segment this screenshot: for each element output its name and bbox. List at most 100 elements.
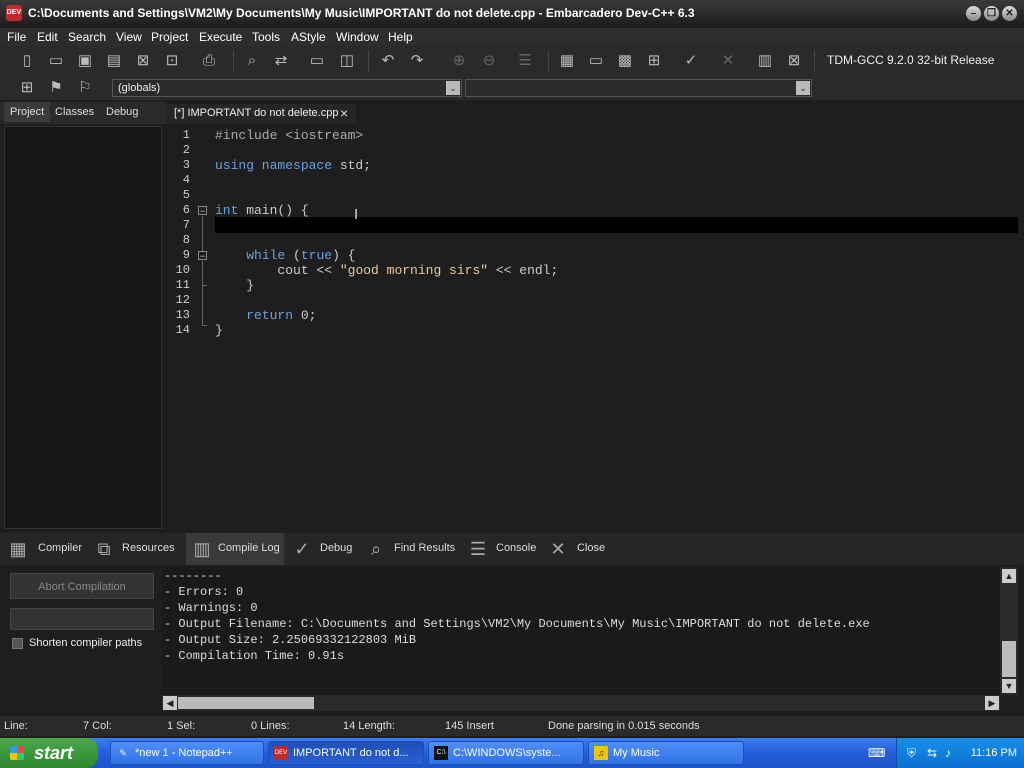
menu-astyle[interactable]: AStyle	[291, 30, 326, 44]
tab-close[interactable]: ✕ Close	[542, 533, 608, 565]
code-token: while	[246, 248, 286, 263]
compile-run-icon[interactable]: ▩	[614, 50, 636, 72]
tab-debug[interactable]: Debug	[106, 106, 138, 118]
tab-compiler[interactable]: ▦ Compiler	[2, 533, 86, 565]
project-options-icon[interactable]: ☰	[514, 50, 536, 72]
replace-icon[interactable]: ⇄	[270, 50, 292, 72]
compile-log[interactable]: -------- - Errors: 0 - Warnings: 0 - Out…	[162, 567, 1000, 695]
project-tree[interactable]	[4, 126, 162, 529]
taskbar-item-my-music[interactable]: ♫ My Music	[588, 741, 744, 765]
menu-edit[interactable]: Edit	[37, 30, 58, 44]
code-token: 0;	[293, 308, 317, 323]
taskbar-item-devcpp[interactable]: DEV IMPORTANT do not d...	[268, 741, 424, 765]
code-editor[interactable]: 1 2 3 4 5 6 7 8 9 10 11 12 13 14 #include <iostream> u…	[166, 126, 1018, 528]
minimize-button[interactable]: –	[966, 6, 981, 21]
scroll-down-icon[interactable]: ▼	[1002, 679, 1016, 693]
new-class-icon[interactable]: ⊞	[16, 77, 38, 99]
tab-console[interactable]: ☰ Console	[462, 533, 540, 565]
menu-file[interactable]: File	[7, 30, 26, 44]
taskbar-item-notepad[interactable]: ✎ *new 1 - Notepad++	[110, 741, 264, 765]
bottom-panel-tabs: ▦ Compiler ⧉ Resources ▥ Compile Log ✓ D…	[0, 533, 1024, 565]
scroll-up-icon[interactable]: ▲	[1002, 569, 1016, 583]
toolbar-separator	[548, 50, 549, 72]
close-icon: ✕	[550, 539, 566, 559]
fold-end	[202, 325, 207, 326]
menu-search[interactable]: Search	[68, 30, 106, 44]
delete-profile-icon[interactable]: ⊠	[783, 50, 805, 72]
log-line: - Output Filename: C:\Documents and Sett…	[164, 617, 870, 631]
tab-compile-log[interactable]: ▥ Compile Log	[186, 533, 284, 565]
open-icon[interactable]: ▭	[45, 50, 67, 72]
scroll-right-icon[interactable]: ▶	[985, 696, 999, 710]
toggle-bookmark-icon[interactable]: ⚑	[45, 77, 67, 99]
new-file-icon[interactable]: ▯	[16, 50, 38, 72]
shorten-paths-checkbox[interactable]	[12, 638, 23, 649]
code-token: using namespace	[215, 158, 333, 173]
code-token: << endl;	[488, 263, 559, 278]
chevron-down-icon[interactable]: ⌄	[446, 81, 460, 95]
fold-toggle-icon[interactable]: −	[198, 206, 207, 216]
find-icon[interactable]: ⌕	[241, 50, 263, 72]
tab-classes[interactable]: Classes	[55, 106, 94, 118]
tab-project[interactable]: Project	[4, 102, 51, 122]
log-line: --------	[164, 569, 222, 583]
line-number: 10	[175, 263, 190, 277]
tab-resources[interactable]: ⧉ Resources	[88, 533, 184, 565]
close-button[interactable]: ✕	[1002, 6, 1017, 21]
code-token: #include <iostream>	[215, 128, 364, 143]
tab-debug-bottom[interactable]: ✓ Debug	[286, 533, 358, 565]
menu-help[interactable]: Help	[388, 30, 413, 44]
menu-window[interactable]: Window	[336, 30, 379, 44]
close-file-icon[interactable]: ⊠	[132, 50, 154, 72]
run-icon[interactable]: ▭	[585, 50, 607, 72]
close-all-icon[interactable]: ⊡	[161, 50, 183, 72]
volume-icon[interactable]: ♪	[945, 746, 951, 760]
compiler-select[interactable]: TDM-GCC 9.2.0 32-bit Release	[822, 50, 1018, 70]
toolbar-separator	[233, 50, 234, 72]
print-icon[interactable]: ⎙	[198, 50, 220, 72]
keyboard-icon[interactable]: ⌨	[868, 746, 885, 760]
chevron-down-icon[interactable]: ⌄	[796, 81, 810, 95]
redo-icon[interactable]: ↷	[406, 50, 428, 72]
function-select[interactable]: ⌄	[465, 79, 812, 97]
code-line: while (true) {	[215, 248, 355, 263]
abort-compilation-button[interactable]: Abort Compilation	[10, 573, 154, 599]
tab-find-results[interactable]: ⌕ Find Results	[360, 533, 460, 565]
menu-project[interactable]: Project	[151, 30, 188, 44]
profile-icon[interactable]: ▥	[754, 50, 776, 72]
goto-icon[interactable]: ▭	[306, 50, 328, 72]
code-line: }	[215, 323, 223, 338]
close-tab-icon[interactable]: ×	[340, 105, 348, 121]
menu-tools[interactable]: Tools	[252, 30, 280, 44]
goto-bookmark-icon[interactable]: ⚐	[74, 77, 96, 99]
taskbar-item-console[interactable]: C:\ C:\WINDOWS\syste...	[428, 741, 584, 765]
start-label: start	[34, 743, 74, 763]
taskbar-item-label: My Music	[613, 747, 660, 759]
scroll-left-icon[interactable]: ◀	[163, 696, 177, 710]
network-icon[interactable]: ⇆	[927, 746, 937, 760]
start-button[interactable]: start	[0, 738, 98, 768]
save-icon[interactable]: ▣	[74, 50, 96, 72]
editor-tab[interactable]: [*] IMPORTANT do not delete.cpp ×	[166, 104, 356, 124]
vertical-scroll-thumb[interactable]	[1002, 641, 1016, 677]
menu-execute[interactable]: Execute	[199, 30, 242, 44]
bookmark-icon[interactable]: ◫	[336, 50, 358, 72]
class-select[interactable]: (globals) ⌄	[112, 79, 462, 97]
active-line-highlight	[215, 217, 1018, 233]
chart-icon: ▥	[193, 539, 211, 559]
save-all-icon[interactable]: ▤	[103, 50, 125, 72]
stop-icon[interactable]: ✕	[717, 50, 739, 72]
rebuild-icon[interactable]: ⊞	[643, 50, 665, 72]
menu-view[interactable]: View	[116, 30, 142, 44]
add-to-project-icon[interactable]: ⊕	[448, 50, 470, 72]
syntax-check-icon[interactable]: ✓	[680, 50, 702, 72]
undo-icon[interactable]: ↶	[377, 50, 399, 72]
compile-icon[interactable]: ▦	[556, 50, 578, 72]
horizontal-scroll-thumb[interactable]	[178, 697, 314, 709]
remove-from-project-icon[interactable]: ⊖	[478, 50, 500, 72]
taskbar-item-label: IMPORTANT do not d...	[293, 747, 409, 759]
shield-icon[interactable]: ⛨	[907, 746, 916, 761]
restore-button[interactable]: ❐	[984, 6, 999, 21]
fold-toggle-icon[interactable]: −	[198, 251, 207, 261]
